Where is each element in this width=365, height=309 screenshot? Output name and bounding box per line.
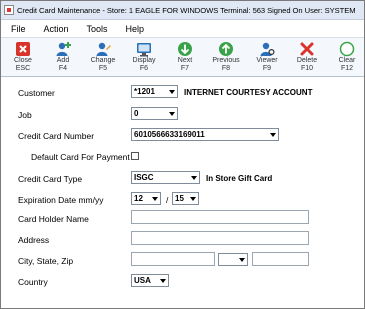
chevron-down-icon[interactable] [237,255,246,264]
next-button[interactable]: Next F7 [167,40,203,76]
credit-card-maintenance-window: Credit Card Maintenance - Store: 1 EAGLE… [0,0,365,309]
next-icon [178,42,192,56]
next-button-label: Next [177,57,193,64]
previous-button-label: Previous [212,57,240,64]
card-type-description: In Store Gift Card [206,174,273,183]
city-state-zip-label: City, State, Zip [18,256,74,266]
holder-name-input[interactable] [131,210,309,224]
menu-bar: File Action Tools Help [1,21,364,36]
card-type-value: ISGC [134,173,154,182]
state-select[interactable] [218,253,248,266]
job-value: 0 [134,109,139,118]
chevron-down-icon[interactable] [167,109,176,118]
chevron-down-icon[interactable] [158,276,167,285]
delete-button[interactable]: Delete F10 [289,40,325,76]
previous-button[interactable]: Previous F8 [208,40,244,76]
customer-label: Customer [18,88,55,98]
clear-button[interactable]: Clear F12 [329,40,365,76]
card-type-select[interactable]: ISGC [131,171,200,184]
default-card-label: Default Card For Payment [31,152,130,162]
toolbar: Close ESC Add F4 Change F5 Display F6 Ne… [1,37,364,77]
expiration-month-value: 12 [134,194,143,203]
clear-button-label: Clear [338,57,356,64]
menu-help[interactable]: Help [116,24,153,34]
card-type-label: Credit Card Type [18,174,83,184]
card-number-select[interactable]: 6010566633169011 [131,128,279,141]
city-input[interactable] [131,252,215,266]
previous-icon [219,42,233,56]
change-button-label: Change [90,57,116,64]
menu-action[interactable]: Action [34,24,77,34]
close-icon [16,42,30,56]
expiration-label: Expiration Date mm/yy [18,195,104,205]
address-label: Address [18,235,50,245]
country-select[interactable]: USA [131,274,169,287]
delete-button-key: F10 [300,65,314,72]
change-user-icon [96,42,111,56]
change-button[interactable]: Change F5 [85,40,121,76]
default-card-checkbox[interactable] [131,152,139,160]
job-select[interactable]: 0 [131,107,178,120]
display-button-key: F6 [139,65,149,72]
card-number-value: 6010566633169011 [134,130,205,139]
add-user-icon [56,42,71,56]
clear-button-key: F12 [340,65,354,72]
app-icon [4,5,14,15]
close-button[interactable]: Close ESC [5,40,41,76]
delete-icon [300,42,314,56]
viewer-button-key: F9 [262,65,272,72]
country-value: USA [134,276,151,285]
clear-icon [339,41,355,57]
customer-select[interactable]: *1201 [131,85,178,98]
viewer-icon [260,42,275,56]
credit-card-form: Customer *1201 INTERNET COURTESY ACCOUNT… [1,78,364,308]
job-label: Job [18,110,32,120]
menu-tools[interactable]: Tools [77,24,116,34]
close-button-key: ESC [15,65,31,72]
expiration-year-select[interactable]: 15 [172,192,199,205]
title-bar: Credit Card Maintenance - Store: 1 EAGLE… [1,1,364,20]
next-button-key: F7 [180,65,190,72]
holder-name-label: Card Holder Name [18,214,89,224]
display-icon [137,43,151,57]
customer-description: INTERNET COURTESY ACCOUNT [184,88,313,97]
add-button-key: F4 [58,65,68,72]
card-number-label: Credit Card Number [18,131,95,141]
expiration-year-value: 15 [175,194,184,203]
display-button-label: Display [132,57,156,64]
customer-value: *1201 [134,87,155,96]
display-button[interactable]: Display F6 [126,40,162,76]
delete-button-label: Delete [296,57,318,64]
add-button[interactable]: Add F4 [45,40,81,76]
window-title: Credit Card Maintenance - Store: 1 EAGLE… [17,5,356,15]
chevron-down-icon[interactable] [188,194,197,203]
chevron-down-icon[interactable] [167,87,176,96]
address-input[interactable] [131,231,309,245]
zip-input[interactable] [252,252,309,266]
previous-button-key: F8 [221,65,231,72]
add-button-label: Add [56,57,70,64]
chevron-down-icon[interactable] [150,194,159,203]
viewer-button-label: Viewer [256,57,278,64]
change-button-key: F5 [98,65,108,72]
expiration-month-select[interactable]: 12 [131,192,161,205]
country-label: Country [18,277,48,287]
chevron-down-icon[interactable] [189,173,198,182]
expiration-separator: / [166,195,169,205]
menu-file[interactable]: File [1,24,34,34]
close-button-label: Close [14,57,32,64]
viewer-button[interactable]: Viewer F9 [249,40,285,76]
chevron-down-icon[interactable] [268,130,277,139]
